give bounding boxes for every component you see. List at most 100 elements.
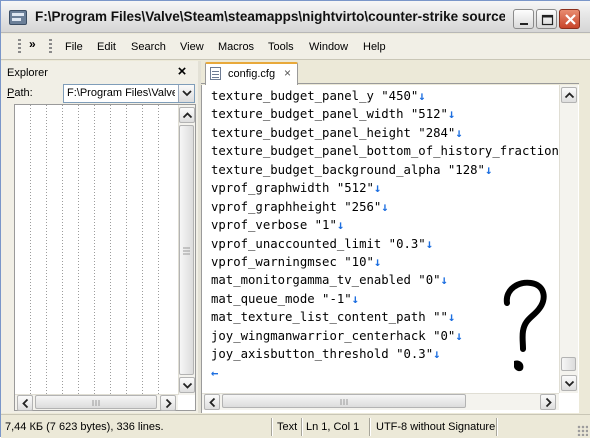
eol-marker: ↓ — [336, 218, 345, 233]
code-line-text: texture_budget_panel_bottom_of_history_f… — [211, 144, 559, 159]
close-icon — [565, 14, 576, 25]
code-line[interactable]: vprof_graphheight "256"↓ — [211, 198, 559, 216]
tab-config-cfg[interactable]: config.cfg × — [205, 62, 298, 85]
question-mark-annotation — [503, 279, 547, 372]
app-window: F:\Program Files\Valve\Steam\steamapps\n… — [0, 0, 590, 438]
arrow-up-icon — [564, 92, 575, 99]
window-right-edge — [579, 61, 590, 413]
status-file-info: 7,44 КБ (7 623 bytes), 336 lines. — [5, 421, 164, 433]
menu-view[interactable]: View — [180, 40, 204, 54]
arrow-up-icon — [182, 112, 193, 119]
eol-marker: ↓ — [425, 236, 434, 251]
path-combo[interactable]: F:\Program Files\Valve\Steam — [63, 84, 195, 103]
tree-hscroll-thumb[interactable] — [35, 395, 157, 409]
tree-horizontal-scrollbar[interactable] — [15, 394, 178, 411]
menu-edit[interactable]: Edit — [97, 40, 116, 54]
code-line-text: vprof_graphwidth "512" — [211, 181, 374, 196]
path-dropdown-button[interactable] — [178, 85, 194, 102]
arrow-right-icon — [545, 397, 552, 408]
minimize-icon — [520, 23, 528, 25]
maximize-button[interactable] — [536, 9, 557, 29]
eol-marker: ↓ — [433, 347, 441, 362]
editor-scroll-right-button[interactable] — [540, 394, 556, 410]
code-line[interactable]: texture_budget_panel_bottom_of_history_f… — [211, 142, 559, 160]
explorer-close-button[interactable]: × — [175, 63, 189, 80]
eol-marker: ↓ — [381, 199, 389, 214]
editor-scroll-down-button[interactable] — [561, 375, 577, 391]
status-position[interactable]: Ln 1, Col 1 — [306, 419, 359, 435]
code-line-text: texture_budget_panel_height "284" — [211, 125, 456, 140]
code-line-text: mat_texture_list_content_path "" — [211, 310, 448, 325]
title-bar[interactable]: F:\Program Files\Valve\Steam\steamapps\n… — [1, 1, 590, 33]
arrow-down-icon — [564, 380, 575, 387]
document-icon — [210, 67, 221, 80]
tree-scroll-down-button[interactable] — [179, 377, 195, 393]
tree-scroll-right-button[interactable] — [160, 395, 176, 411]
editor-scroll-up-button[interactable] — [561, 87, 577, 103]
eol-marker: ← — [211, 365, 219, 380]
code-line[interactable]: vprof_graphwidth "512"↓ — [211, 179, 559, 197]
code-line[interactable]: texture_budget_panel_y "450"↓ — [211, 87, 559, 105]
tree-guide-lines — [15, 105, 175, 395]
code-line[interactable]: vprof_warningmsec "10"↓ — [211, 253, 559, 271]
tab-close-button[interactable]: × — [284, 66, 291, 80]
app-icon[interactable] — [9, 10, 27, 25]
menu-window[interactable]: Window — [309, 40, 348, 54]
tab-label: config.cfg — [228, 68, 276, 80]
minimize-button[interactable] — [513, 9, 534, 29]
code-line[interactable]: texture_budget_panel_width "512"↓ — [211, 105, 559, 123]
code-line-text: texture_budget_panel_width "512" — [211, 107, 448, 122]
arrow-left-icon — [209, 397, 216, 408]
close-button[interactable] — [559, 9, 580, 29]
tree-scroll-left-button[interactable] — [17, 395, 33, 411]
code-line-text: texture_budget_panel_y "450" — [211, 89, 419, 103]
tab-bar: config.cfg × — [201, 61, 590, 85]
status-mode[interactable]: Text — [277, 419, 297, 435]
menu-macros[interactable]: Macros — [218, 40, 254, 54]
editor-vertical-scrollbar[interactable] — [559, 85, 578, 393]
code-line-text: joy_wingmanwarrior_centerhack "0" — [211, 328, 456, 343]
arrow-right-icon — [165, 398, 172, 409]
status-encoding[interactable]: UTF-8 without Signature — [376, 419, 495, 435]
menu-search[interactable]: Search — [131, 40, 166, 54]
menu-tools[interactable]: Tools — [268, 40, 294, 54]
folder-tree[interactable] — [14, 104, 196, 411]
eol-marker: ↓ — [373, 181, 382, 196]
path-value[interactable]: F:\Program Files\Valve\Steam — [67, 87, 175, 99]
eol-marker: ↓ — [455, 125, 463, 140]
eol-marker: ↓ — [373, 254, 382, 269]
status-bar: 7,44 КБ (7 623 bytes), 336 lines. Text L… — [1, 414, 590, 438]
tree-scroll-up-button[interactable] — [179, 107, 195, 123]
tree-vertical-scrollbar[interactable] — [178, 105, 195, 395]
editor-scroll-thumb[interactable] — [561, 357, 576, 371]
window-title: F:\Program Files\Valve\Steam\steamapps\n… — [35, 9, 505, 24]
code-line[interactable]: vprof_unaccounted_limit "0.3"↓ — [211, 235, 559, 253]
editor-horizontal-scrollbar[interactable] — [202, 393, 559, 410]
eol-marker: ↓ — [418, 89, 426, 103]
eol-marker: ↓ — [440, 273, 448, 288]
code-line[interactable]: texture_budget_background_alpha "128"↓ — [211, 161, 559, 179]
code-line-text: vprof_graphheight "256" — [211, 199, 382, 214]
menu-help[interactable]: Help — [363, 40, 386, 54]
eol-marker: ↓ — [455, 328, 463, 343]
editor-scroll-left-button[interactable] — [204, 394, 220, 410]
code-line-text: vprof_unaccounted_limit "0.3" — [211, 236, 426, 251]
code-line-text: texture_budget_background_alpha "128" — [211, 162, 485, 177]
eol-marker: ↓ — [351, 291, 360, 306]
code-line[interactable]: texture_budget_panel_height "284"↓ — [211, 124, 559, 142]
resize-grip[interactable] — [577, 425, 588, 436]
eol-marker: ↓ — [484, 162, 493, 177]
toolbar-grip[interactable] — [18, 39, 21, 55]
editor-hscroll-thumb[interactable] — [222, 394, 466, 408]
tree-scroll-thumb[interactable] — [179, 125, 194, 375]
menu-grip[interactable] — [49, 39, 52, 55]
code-line-text: mat_monitorgamma_tv_enabled "0" — [211, 273, 441, 288]
arrow-down-icon — [182, 382, 193, 389]
explorer-panel: Explorer × Path: F:\Program Files\Valve\… — [1, 61, 198, 413]
toolbar-overflow-button[interactable]: » — [29, 37, 36, 51]
code-line[interactable]: vprof_verbose "1"↓ — [211, 216, 559, 234]
code-line-text: vprof_warningmsec "10" — [211, 254, 374, 269]
path-label: Path: — [7, 87, 33, 99]
menu-file[interactable]: File — [65, 40, 83, 54]
arrow-left-icon — [22, 398, 29, 409]
